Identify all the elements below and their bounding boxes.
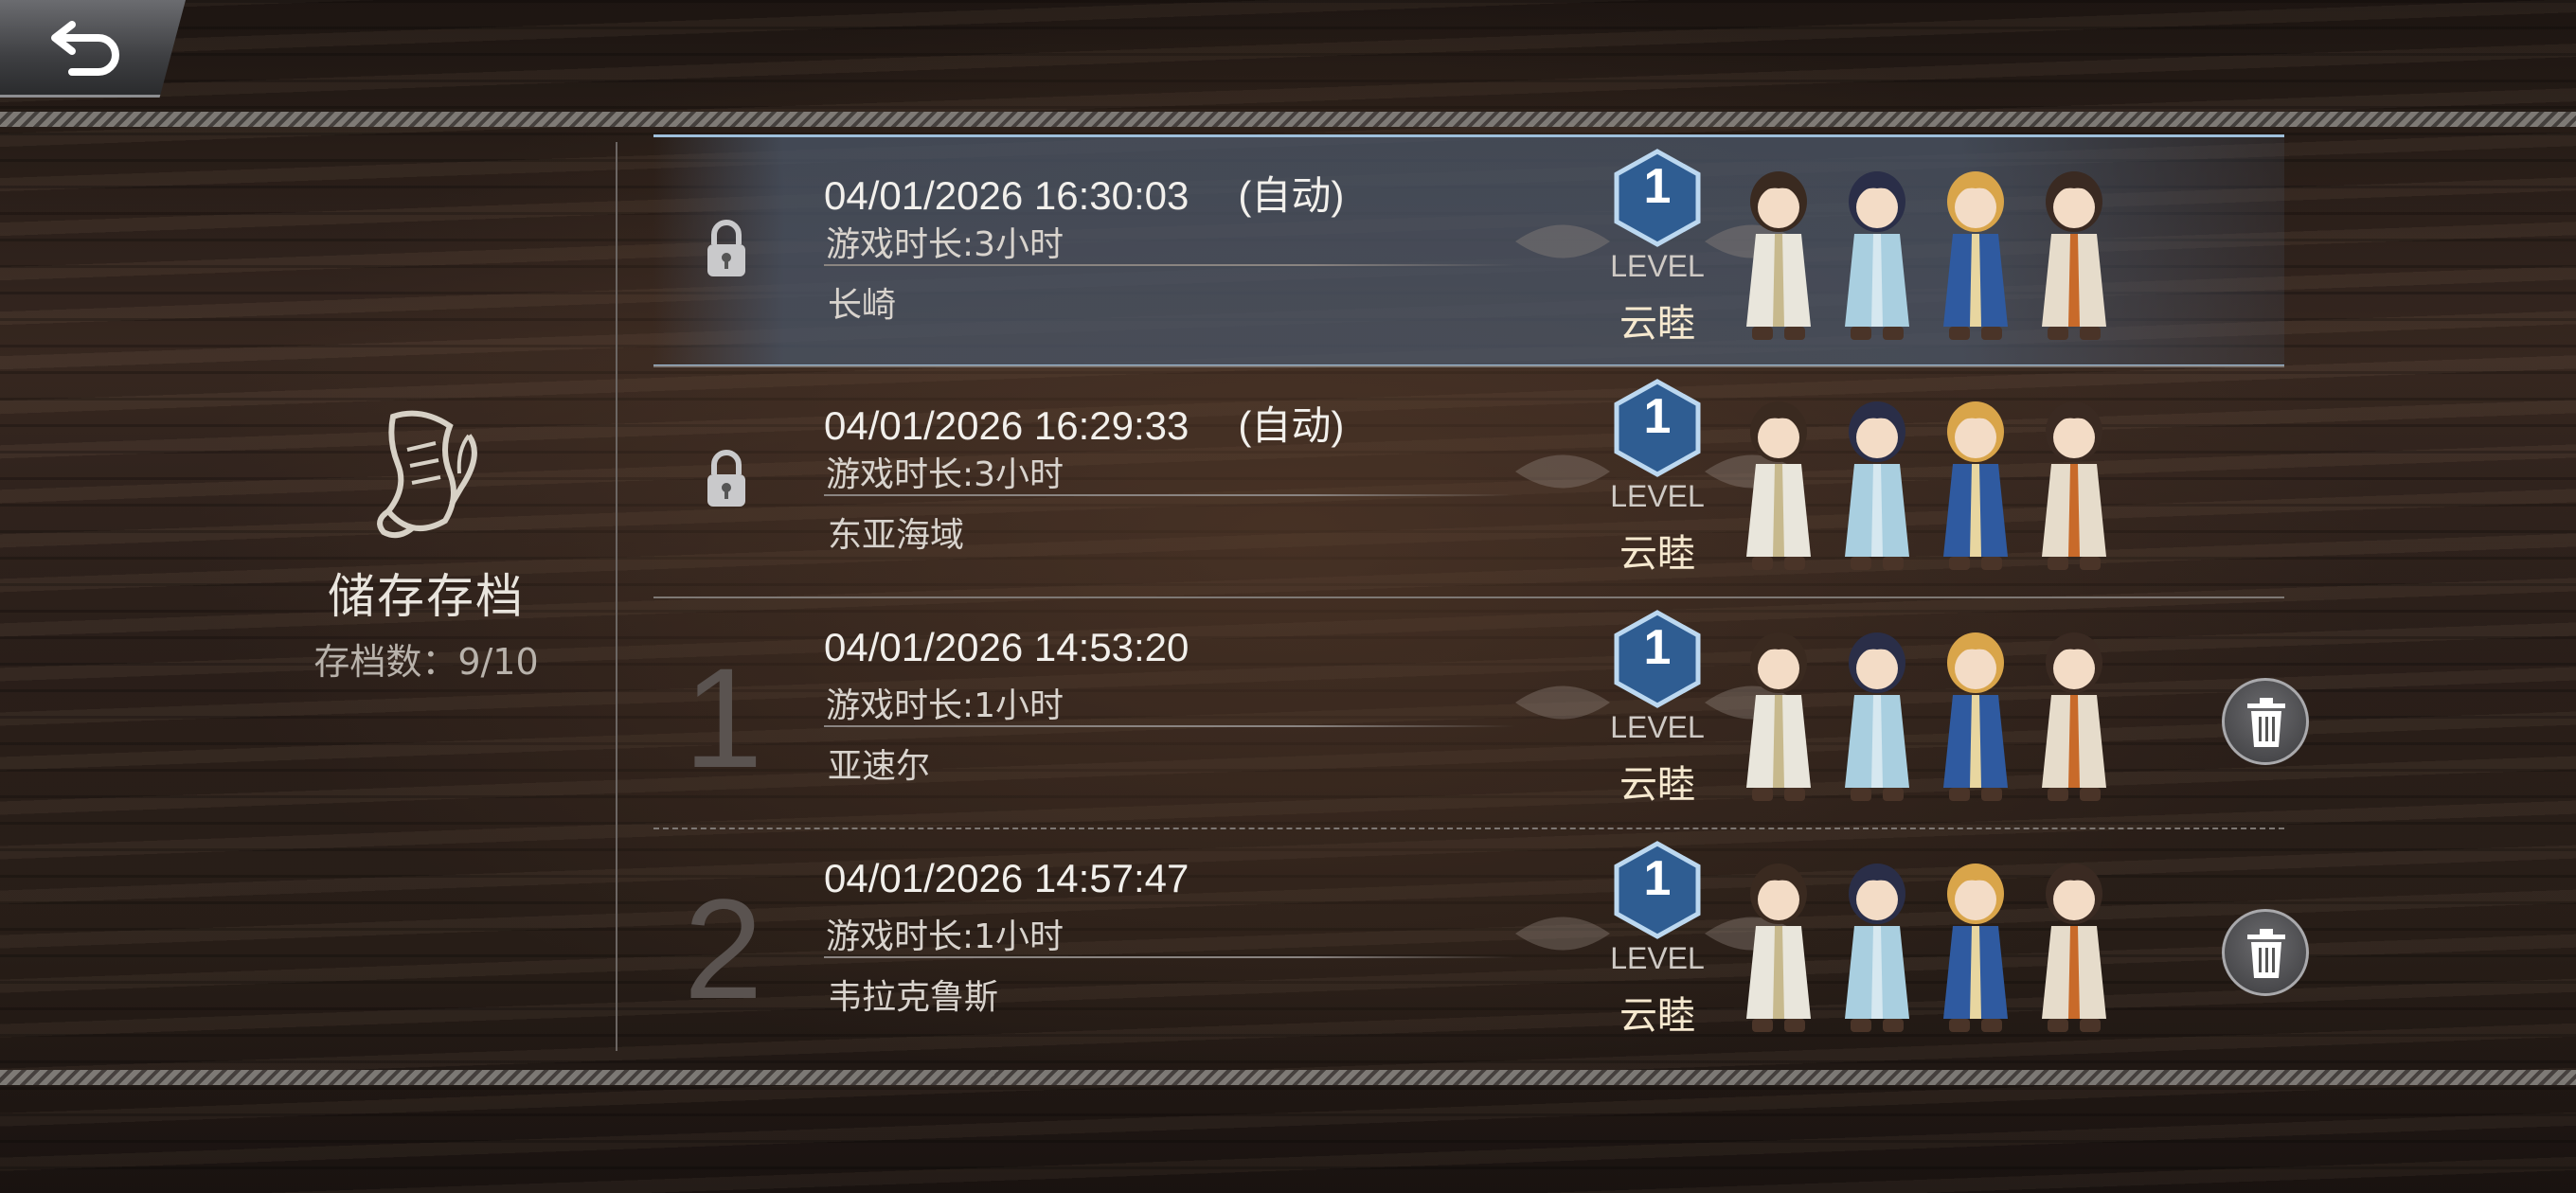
party-member-sprite [2042, 171, 2106, 340]
level-number: 1 [1643, 620, 1672, 675]
lock-icon [707, 450, 745, 507]
party-member-sprite [2042, 864, 2106, 1032]
party-member-sprite [1746, 171, 1811, 340]
party-member-sprite [2042, 632, 2106, 801]
delete-button[interactable] [2222, 678, 2309, 765]
row-underline [824, 494, 1515, 496]
party-member-sprite [1746, 864, 1811, 1032]
panel-divider [616, 142, 617, 1051]
save-slot-auto-1[interactable]: 04/01/2026 16:30:03 (自动) 游戏时长:3小时 长崎 1 LE… [653, 134, 2284, 367]
party-portraits [1731, 156, 2167, 355]
top-rope-border [0, 112, 2576, 127]
auto-save-tag: (自动) [1238, 173, 1345, 218]
save-playtime: 游戏时长:3小时 [826, 225, 1064, 264]
save-slot-auto-2[interactable]: 04/01/2026 16:29:33 (自动) 游戏时长:3小时 东亚海域 1 … [653, 367, 2284, 595]
save-date: 04/01/2026 16:30:03 (自动) [824, 173, 1345, 218]
party-member-sprite [1845, 401, 1909, 570]
save-date: 04/01/2026 16:29:33 (自动) [824, 403, 1345, 448]
party-member-sprite [2042, 401, 2106, 570]
party-member-sprite [1943, 864, 2008, 1032]
save-location: 韦拉克鲁斯 [828, 978, 999, 1017]
back-button[interactable] [0, 0, 186, 98]
party-portraits [1731, 617, 2167, 816]
lock-icon [707, 220, 745, 276]
level-number: 1 [1643, 851, 1672, 906]
party-member-sprite [1746, 632, 1811, 801]
save-count: 存档数：9/10 [313, 641, 539, 683]
save-slot-1[interactable]: 1 04/01/2026 14:53:20 游戏时长:1小时 亚速尔 1 LEV… [653, 598, 2309, 826]
slot-number: 1 [684, 638, 763, 797]
save-playtime: 游戏时长:3小时 [826, 455, 1064, 494]
save-info-panel: 储存存档 存档数：9/10 [284, 398, 568, 685]
save-location: 东亚海域 [828, 516, 965, 555]
save-location: 长崎 [828, 286, 897, 325]
delete-button[interactable] [2222, 909, 2309, 996]
save-playtime: 游戏时长:1小时 [826, 686, 1064, 725]
save-slot-2[interactable]: 2 04/01/2026 14:57:47 游戏时长:1小时 韦拉克鲁斯 1 L… [653, 829, 2309, 1057]
party-portraits [1731, 848, 2167, 1047]
trash-icon [2247, 698, 2285, 747]
save-date: 04/01/2026 14:57:47 [824, 856, 1190, 900]
scroll-quill-icon [377, 410, 477, 539]
party-member-sprite [1746, 401, 1811, 570]
auto-save-tag: (自动) [1238, 403, 1345, 448]
row-underline [824, 725, 1515, 727]
party-member-sprite [1845, 171, 1909, 340]
save-title: 储存存档 [328, 569, 525, 624]
party-member-sprite [1943, 632, 2008, 801]
row-underline [824, 956, 1515, 958]
party-member-sprite [1845, 864, 1909, 1032]
party-member-sprite [1845, 632, 1909, 801]
row-underline [824, 264, 1515, 266]
party-member-sprite [1943, 401, 2008, 570]
party-member-sprite [1943, 171, 2008, 340]
save-location: 亚速尔 [828, 747, 931, 786]
back-arrow-icon [51, 21, 119, 76]
save-playtime: 游戏时长:1小时 [826, 917, 1064, 956]
party-portraits [1731, 386, 2167, 585]
trash-icon [2247, 929, 2285, 978]
level-number: 1 [1643, 389, 1672, 444]
bottom-rope-border [0, 1070, 2576, 1085]
save-date: 04/01/2026 14:53:20 [824, 625, 1190, 669]
level-number: 1 [1643, 159, 1672, 214]
slot-number: 2 [684, 869, 763, 1028]
